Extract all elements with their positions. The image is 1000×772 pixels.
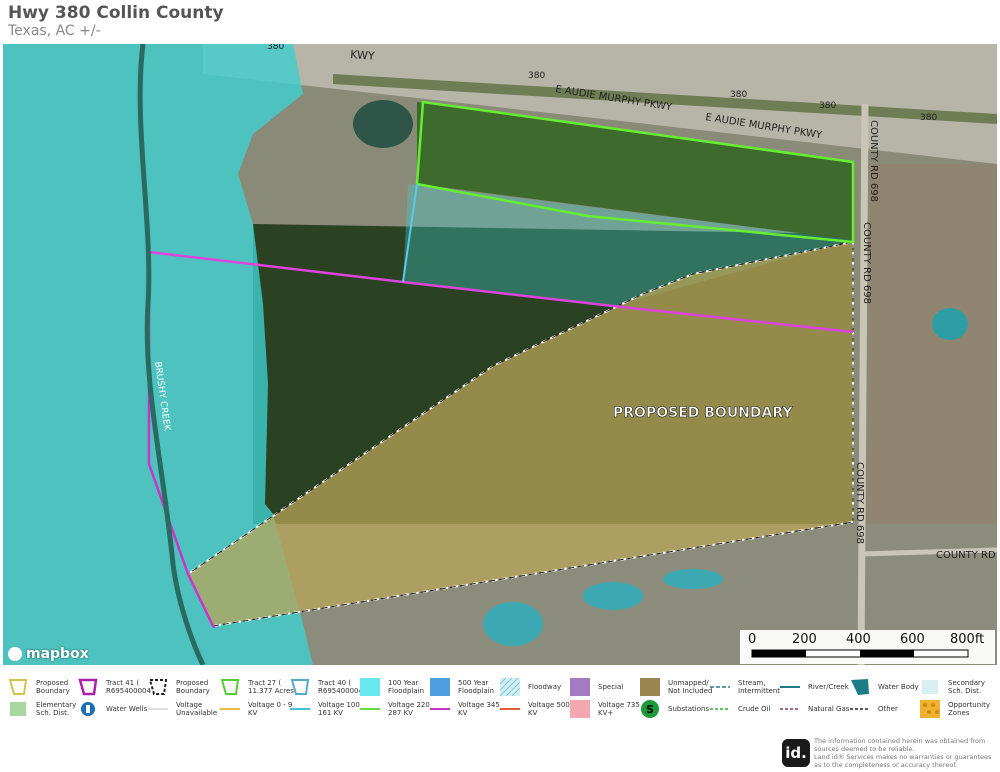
legend-item-river[interactable]: River/Creek [778, 676, 858, 698]
legend-item-voltage-220[interactable]: Voltage 220 287 KV [358, 698, 438, 720]
label-hwy-partial: KWY [350, 48, 376, 63]
water-body-icon [851, 679, 869, 695]
other-line-icon [850, 708, 870, 710]
label-county-rd-698-c: COUNTY RD 698 [854, 462, 865, 544]
pond-south-a [483, 602, 543, 646]
label-proposed-boundary: PROPOSED BOUNDARY [613, 405, 793, 421]
legend-item-secondary-school[interactable]: Secondary Sch. Dist. [918, 676, 998, 698]
stream-icon [710, 686, 730, 688]
legend-item-voltage-500[interactable]: Voltage 500 KV [498, 698, 578, 720]
voltage-0-9-icon [220, 708, 240, 710]
legend-item-voltage-0-9[interactable]: Voltage 0 - 9 KV [218, 698, 298, 720]
label-county-rd-2: COUNTY RD 2 [936, 550, 997, 561]
legend-label: Opportunity Zones [948, 701, 991, 717]
mapbox-logo-icon [8, 647, 22, 661]
map-view[interactable]: KWY 380 380 380 380 380 E AUDIE MURPHY P… [3, 44, 997, 665]
map-subtitle: Texas, AC +/- [8, 23, 101, 39]
voltage-735-icon [570, 700, 590, 718]
label-county-rd-698-a: COUNTY RD 698 [868, 120, 879, 202]
pond-south-c [663, 569, 723, 589]
mapbox-attribution[interactable]: mapbox [8, 646, 89, 662]
county-road-698 [857, 103, 869, 665]
legend-item-opportunity-zone[interactable]: Opportunity Zones [918, 698, 998, 720]
label-hwy-380-e: 380 [920, 113, 937, 123]
voltage-500-icon [500, 708, 520, 710]
landid-logo: id. [782, 739, 810, 767]
water-well-icon [81, 702, 95, 716]
legend-item-natural-gas[interactable]: Natural Gas [778, 698, 858, 720]
floodway-icon [499, 677, 521, 697]
tract27-icon [220, 679, 240, 695]
legend-item-proposed-dashed[interactable]: Proposed Boundary [146, 676, 226, 698]
legend-item-floodplain-500[interactable]: 500 Year Floodplain [428, 676, 508, 698]
pond-south-b [583, 582, 643, 610]
legend-item-elementary-school[interactable]: Elementary Sch. Dist. [6, 698, 86, 720]
legend-item-unmapped[interactable]: Unmapped/ Not Included [638, 676, 718, 698]
legend: Proposed Boundary Tract 41 ( R695400004 … [0, 672, 1000, 732]
proposed-boundary-icon [8, 679, 28, 695]
legend-item-substation[interactable]: S Substations [638, 698, 718, 720]
label-hwy-380-c: 380 [730, 90, 747, 100]
legend-item-tract27[interactable]: Tract 27 ( 11.377 Acres [218, 676, 298, 698]
elementary-school-icon [10, 702, 26, 716]
legend-item-tract40[interactable]: Tract 40 ( R695400004 [288, 676, 368, 698]
pond-north [353, 100, 413, 148]
crude-oil-icon [710, 708, 730, 710]
voltage-345-icon [430, 708, 450, 710]
tract41-icon [78, 678, 98, 696]
voltage-100-icon [290, 708, 310, 710]
legend-item-water-body[interactable]: Water Body [848, 676, 928, 698]
legend-item-voltage-735[interactable]: Voltage 735 KV+ [568, 698, 648, 720]
label-hwy-380-b: 380 [528, 71, 545, 81]
special-icon [570, 678, 590, 696]
disclaimer-text: The information contained herein was obt… [814, 737, 992, 769]
substation-icon: S [641, 700, 659, 718]
legend-item-tract41[interactable]: Tract 41 ( R695400004 [76, 676, 156, 698]
scale-bar: 0 200 400 600 800ft [740, 630, 995, 664]
legend-item-floodway[interactable]: Floodway [498, 676, 578, 698]
legend-item-voltage-345[interactable]: Voltage 345 KV [428, 698, 508, 720]
legend-item-crude-oil[interactable]: Crude Oil [708, 698, 788, 720]
legend-item-proposed-boundary[interactable]: Proposed Boundary [6, 676, 86, 698]
floodplain-500-icon [430, 678, 450, 696]
voltage-unavailable-icon [148, 708, 168, 710]
legend-item-other[interactable]: Other [848, 698, 928, 720]
unmapped-icon [640, 678, 660, 696]
label-hwy-380-d: 380 [819, 101, 836, 111]
legend-item-special[interactable]: Special [568, 676, 648, 698]
legend-label: Secondary Sch. Dist. [948, 679, 986, 695]
legend-item-voltage-unavailable[interactable]: Voltage Unavailable [146, 698, 226, 720]
legend-item-floodplain-100[interactable]: 100 Year Floodplain [358, 676, 438, 698]
natural-gas-icon [780, 708, 800, 710]
river-icon [780, 686, 800, 688]
svg-text:S: S [646, 703, 654, 716]
mapbox-label: mapbox [26, 646, 89, 662]
map-title: Hwy 380 Collin County [8, 3, 224, 23]
voltage-220-icon [360, 708, 380, 710]
floodplain-100-icon [360, 678, 380, 696]
opportunity-zone-icon [920, 700, 940, 718]
proposed-dashed-icon [148, 679, 168, 695]
label-hwy-380-a: 380 [267, 44, 284, 52]
legend-item-voltage-100[interactable]: Voltage 100 161 KV [288, 698, 368, 720]
secondary-school-icon [922, 680, 938, 694]
label-county-rd-698-b: COUNTY RD 698 [861, 222, 872, 304]
tract40-icon [290, 679, 310, 695]
pond-east [932, 308, 968, 340]
legend-item-stream[interactable]: Stream, Intermittent [708, 676, 788, 698]
legend-item-water-well[interactable]: Water Wells [76, 698, 156, 720]
